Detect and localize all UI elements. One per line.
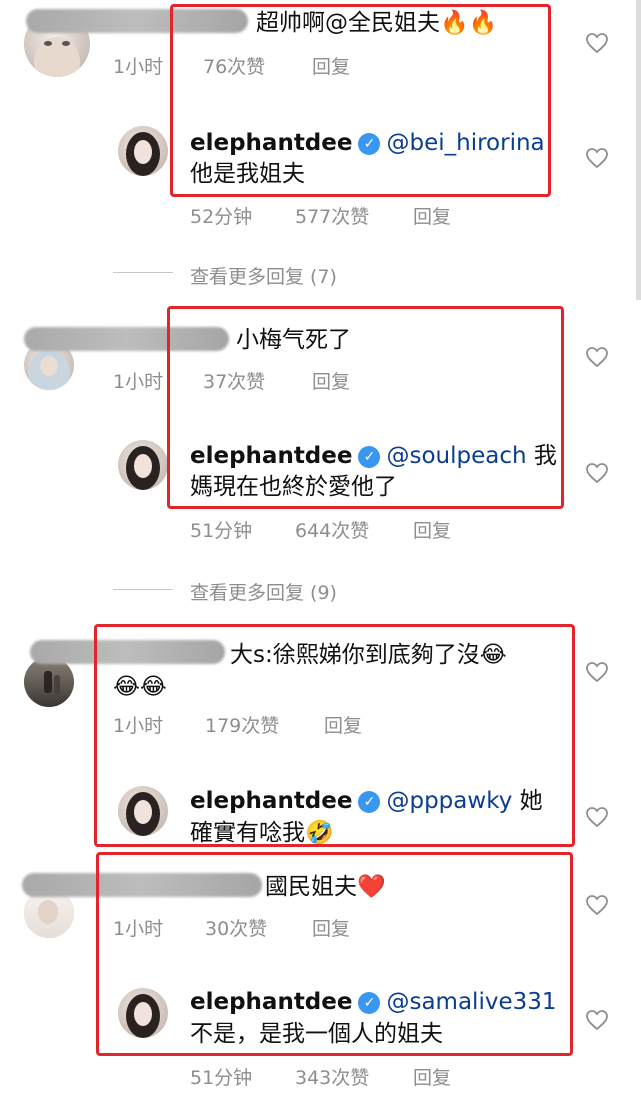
comment-time: 1小时 <box>113 56 164 78</box>
reply-time: 51分钟 <box>190 1067 253 1089</box>
heart-outline-icon[interactable] <box>585 462 609 484</box>
reply-time: 52分钟 <box>190 206 253 228</box>
reply-likes[interactable]: 343次赞 <box>295 1063 369 1090</box>
divider-line <box>113 589 173 590</box>
comment-meta: 1小时 <box>113 52 163 79</box>
reply-avatar[interactable] <box>118 440 168 490</box>
reply-likes[interactable]: 644次赞 <box>295 516 369 543</box>
heart-outline-icon[interactable] <box>585 346 609 368</box>
view-more-replies[interactable]: 查看更多回复 (7) <box>190 262 337 289</box>
heart-outline-icon[interactable] <box>585 147 609 169</box>
highlight-box <box>167 306 564 509</box>
highlight-box <box>170 4 551 197</box>
reply-likes[interactable]: 577次赞 <box>295 202 369 229</box>
comment-time: 1小时 <box>113 371 164 393</box>
highlight-box <box>96 852 573 1056</box>
reply-button[interactable]: 回复 <box>413 516 451 543</box>
highlight-box <box>94 624 575 847</box>
reply-button[interactable]: 回复 <box>413 202 451 229</box>
scrollbar[interactable] <box>636 0 641 300</box>
heart-outline-icon[interactable] <box>585 806 609 828</box>
reply-button[interactable]: 回复 <box>413 1063 451 1090</box>
reply-time: 51分钟 <box>190 520 253 542</box>
heart-outline-icon[interactable] <box>585 661 609 683</box>
heart-outline-icon[interactable] <box>585 32 609 54</box>
heart-outline-icon[interactable] <box>585 894 609 916</box>
commenter-avatar[interactable] <box>24 657 74 707</box>
divider-line <box>113 272 173 273</box>
reply-avatar[interactable] <box>118 126 168 176</box>
heart-outline-icon[interactable] <box>585 1009 609 1031</box>
view-more-replies[interactable]: 查看更多回复 (9) <box>190 578 337 605</box>
